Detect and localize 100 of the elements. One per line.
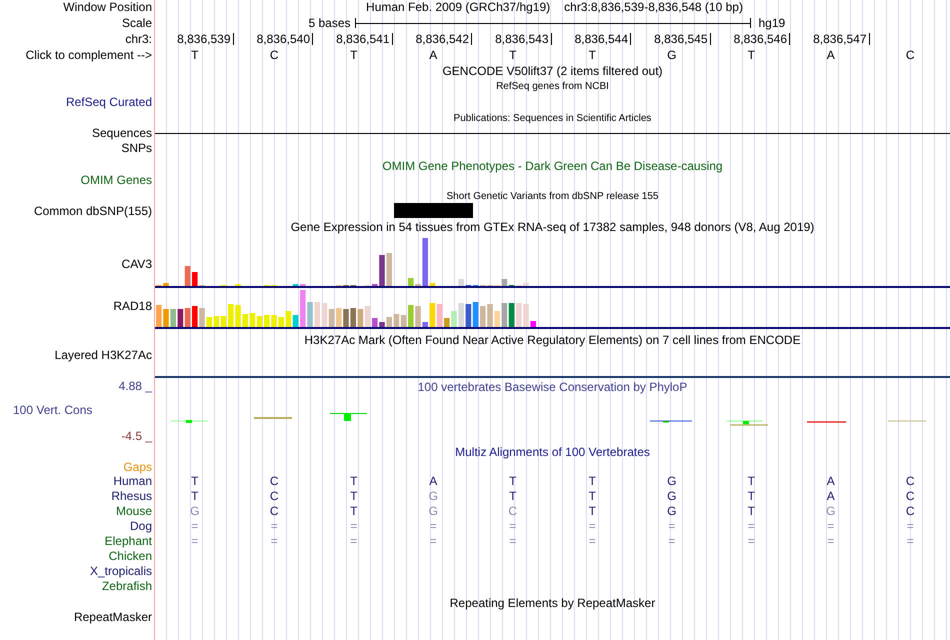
alignment-base: C	[270, 504, 279, 519]
track-label[interactable]: OMIM Genes	[80, 173, 152, 187]
alignment-base: =	[270, 519, 278, 534]
species-label[interactable]: Human	[113, 474, 152, 488]
alignment-base: G	[428, 504, 438, 519]
track-title: H3K27Ac Mark (Often Found Near Active Regulatory Elements) on 7 cell lines from ENCODE	[304, 333, 801, 347]
base-letter[interactable]: T	[509, 48, 516, 64]
ruler-position: 8,836,539	[177, 32, 230, 46]
row-label: Window Position	[63, 0, 152, 14]
alignment-base: T	[191, 489, 198, 504]
scale-assembly: hg19	[758, 16, 786, 32]
base-letter[interactable]: T	[748, 48, 755, 64]
alignment-base: C	[270, 489, 279, 504]
row-label[interactable]: Click to complement -->	[26, 48, 152, 62]
row-label: chr3:	[125, 32, 152, 46]
alignment-base: T	[748, 489, 755, 504]
species-label[interactable]: Mouse	[116, 504, 152, 518]
alignment-base: G	[190, 504, 200, 519]
species-label[interactable]: Zebrafish	[102, 579, 152, 593]
position-range: chr3:8,836,539-8,836,548 (10 bp)	[564, 0, 743, 16]
ruler-tick	[868, 33, 870, 45]
ruler-position: 8,836,543	[495, 32, 548, 46]
gene-label[interactable]: RAD18	[113, 299, 152, 313]
alignment-base: =	[270, 534, 278, 549]
base-letter[interactable]: C	[906, 48, 915, 64]
ruler-tick	[789, 33, 790, 45]
track-title: Multiz Alignments of 100 Vertebrates	[455, 445, 650, 459]
alignment-base: T	[350, 489, 358, 504]
base-letter[interactable]: G	[667, 48, 676, 64]
alignment-base: =	[906, 519, 914, 534]
alignment-base: =	[430, 534, 437, 549]
base-letter[interactable]: C	[270, 48, 279, 64]
base-letter[interactable]: T	[350, 48, 358, 64]
track-title: RefSeq genes from NCBI	[496, 81, 609, 93]
track-label[interactable]: RefSeq Curated	[66, 95, 152, 109]
row-label: Scale	[122, 16, 152, 30]
alignment-base: =	[668, 519, 676, 534]
alignment-base: A	[826, 474, 835, 489]
species-label[interactable]: X_tropicalis	[90, 564, 152, 578]
ruler-tick	[312, 33, 313, 45]
track-label[interactable]: Layered H3K27Ac	[54, 348, 152, 362]
alignment-base: =	[350, 534, 358, 549]
ruler-tick	[471, 33, 472, 45]
ruler-position: 8,836,545	[654, 32, 708, 46]
track-label[interactable]: Sequences	[92, 126, 152, 140]
alignment-base: T	[748, 474, 755, 489]
alignment-base: A	[429, 474, 438, 489]
track-title: OMIM Gene Phenotypes - Dark Green Can Be Disease-causing	[382, 159, 723, 173]
ruler-position: 8,836,540	[256, 32, 310, 46]
gene-label[interactable]: CAV3	[122, 257, 152, 271]
alignment-base: =	[748, 534, 755, 549]
track-title: Short Genetic Variants from dbSNP release 155	[446, 191, 658, 203]
alignment-base: =	[588, 519, 596, 534]
alignment-base: =	[906, 534, 914, 549]
alignment-base: G	[667, 474, 676, 489]
base-letter[interactable]: A	[826, 48, 835, 64]
base-letter[interactable]: T	[191, 48, 198, 64]
alignment-base: G	[667, 504, 676, 519]
alignment-base: T	[350, 504, 358, 519]
track-label[interactable]: SNPs	[121, 141, 152, 155]
species-label[interactable]: Chicken	[108, 549, 152, 563]
alignment-base: =	[191, 534, 198, 549]
ruler-tick	[630, 33, 631, 45]
ruler-position: 8,836,541	[336, 32, 390, 46]
track-title: GENCODE V50lift37 (2 items filtered out)	[442, 64, 663, 78]
track-label[interactable]: RepeatMasker	[74, 610, 152, 624]
alignment-base: =	[350, 519, 358, 534]
alignment-base: A	[826, 489, 835, 504]
alignment-base: T	[588, 489, 596, 504]
alignment-base: G	[428, 489, 438, 504]
ruler-position: 8,836,546	[734, 32, 787, 46]
ruler-position: 8,836,547	[813, 32, 866, 46]
base-letter[interactable]: A	[429, 48, 438, 64]
axis-min-label: -4.5 _	[121, 429, 152, 443]
species-label[interactable]: Rhesus	[111, 489, 152, 503]
alignment-base: =	[588, 534, 596, 549]
alignment-base: =	[191, 519, 198, 534]
alignment-base: T	[509, 489, 516, 504]
ruler-position: 8,836,542	[416, 32, 469, 46]
scale-length: 5 bases	[308, 16, 352, 32]
alignment-base: =	[827, 534, 834, 549]
alignment-base: G	[667, 489, 676, 504]
base-letter[interactable]: T	[588, 48, 596, 64]
track-label[interactable]: 100 Vert. Cons	[0, 403, 92, 417]
track-label[interactable]: Common dbSNP(155)	[34, 204, 152, 218]
species-label[interactable]: Elephant	[104, 534, 152, 548]
alignment-base: C	[906, 474, 915, 489]
alignment-base: C	[906, 504, 915, 519]
track-title: Gene Expression in 54 tissues from GTEx RNA-seq of 17382 samples, 948 donors (V8, Aug 2019)	[290, 220, 814, 234]
species-label[interactable]: Dog	[130, 519, 152, 533]
alignment-base: C	[508, 504, 518, 519]
axis-max-label: 4.88 _	[118, 379, 152, 393]
alignment-base: T	[350, 474, 358, 489]
ruler-position: 8,836,544	[574, 32, 628, 46]
variant-bar[interactable]	[394, 203, 473, 218]
alignment-base: =	[827, 519, 834, 534]
alignment-base: =	[509, 534, 516, 549]
alignment-base: T	[588, 504, 596, 519]
ruler-tick	[550, 33, 552, 45]
track-title: Repeating Elements by RepeatMasker	[450, 596, 656, 610]
